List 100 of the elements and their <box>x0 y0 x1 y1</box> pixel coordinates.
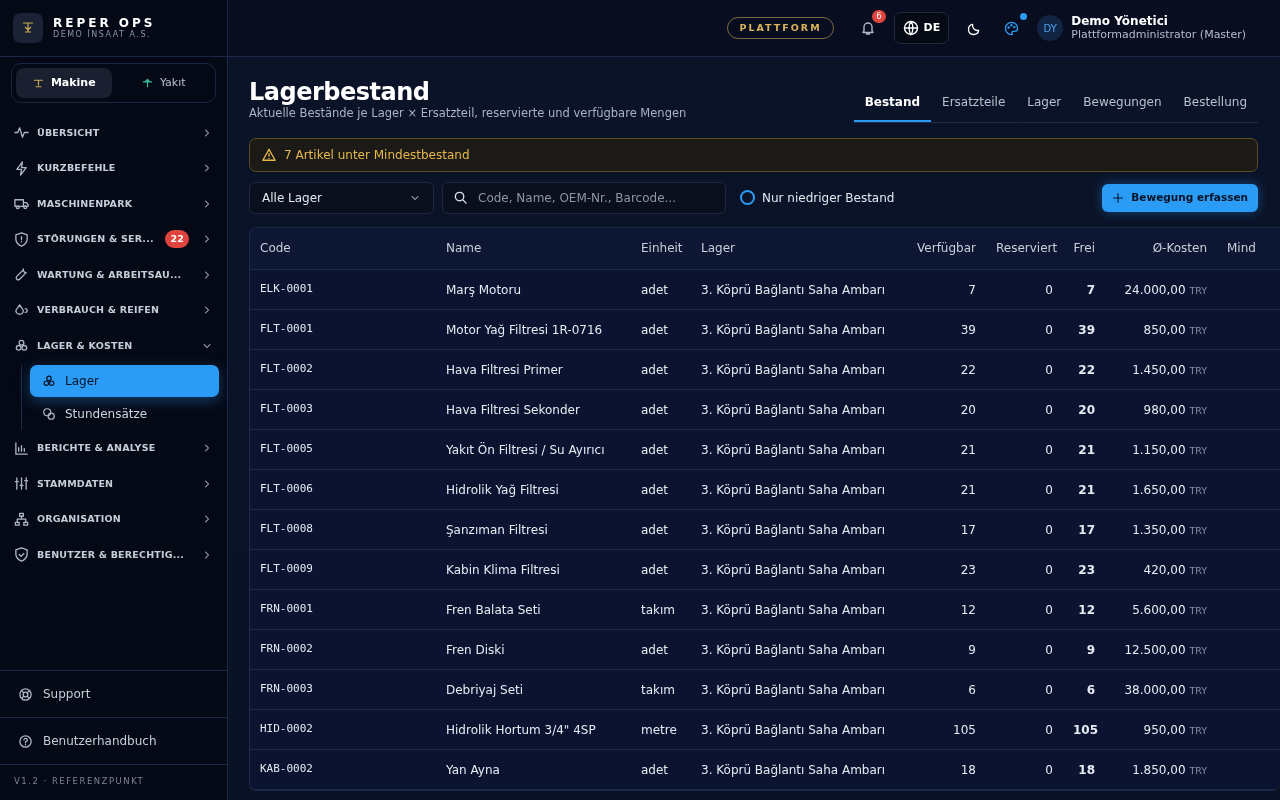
search-input[interactable]: Code, Name, OEM-Nr., Barcode... <box>476 187 715 208</box>
column-header: Lager <box>691 227 901 270</box>
nav-subitem[interactable]: Lager <box>30 364 219 397</box>
currency-label: TRY <box>1189 324 1207 336</box>
language-button[interactable]: DE <box>893 12 950 44</box>
nav-item[interactable]: VERBRAUCH & REIFEN <box>8 292 219 328</box>
table-cell: 6 <box>1063 669 1105 710</box>
shield-check-icon <box>14 547 29 563</box>
table-cell: 39 <box>1063 309 1105 350</box>
warehouse-select[interactable]: Alle Lager <box>249 181 434 214</box>
table-cell: KAB-0002 <box>250 749 436 790</box>
nav-item[interactable]: STÖRUNGEN & SER... 22 <box>8 221 219 257</box>
table-cell: 12 <box>901 589 986 630</box>
table-cell: 420,00 <box>1143 562 1186 577</box>
nav-item[interactable]: ÜBERSICHT <box>8 115 219 151</box>
table-cell: 21 <box>1063 469 1105 510</box>
currency-label: TRY <box>1189 404 1207 416</box>
table-cell: 0 <box>986 709 1063 750</box>
column-header: Code <box>250 227 436 270</box>
nav-item[interactable]: STAMMDATEN <box>8 466 219 502</box>
table-cell: 0 <box>986 509 1063 550</box>
page-subtitle: Aktuelle Bestände je Lager × Ersatzteil, reservierte und verfügbare Mengen <box>249 105 687 123</box>
tab[interactable]: Lager <box>1016 84 1073 122</box>
table-cell: 12.500,00 <box>1124 642 1186 657</box>
table-cell: 38.000,00 <box>1124 682 1186 697</box>
table-cell: 21 <box>1063 429 1105 470</box>
shield-icon <box>14 231 29 247</box>
column-header: Verfügbar <box>901 227 986 270</box>
table-cell: 3. Köprü Bağlantı Saha Ambarı <box>691 749 901 790</box>
logo-icon <box>13 13 43 43</box>
low-stock-checkbox[interactable]: Nur niedriger Bestand <box>734 187 901 208</box>
search-box[interactable]: Code, Name, OEM-Nr., Barcode... <box>442 181 726 214</box>
add-movement-button[interactable]: Bewegung erfassen <box>1102 183 1258 212</box>
currency-label: TRY <box>1189 564 1207 576</box>
bar-chart-icon <box>14 440 29 456</box>
table-cell: FRN-0002 <box>250 629 436 670</box>
currency-label: TRY <box>1189 604 1207 616</box>
table-cell: Marş Motoru <box>436 269 631 310</box>
currency-label: TRY <box>1189 684 1207 696</box>
table-cell: 22 <box>901 349 986 390</box>
table-cell: Hava Filtresi Sekonder <box>436 389 631 430</box>
table-cell: 3. Köprü Bağlantı Saha Ambarı <box>691 429 901 470</box>
table-cell: FLT-0003 <box>250 389 436 430</box>
table-cell: 0 <box>986 469 1063 510</box>
bell-icon <box>859 20 876 36</box>
table-cell: 5.600,00 <box>1132 602 1186 617</box>
column-header: Einheit <box>631 227 691 270</box>
mode-tab[interactable]: Makine <box>16 68 112 98</box>
table-cell: 105 <box>901 709 986 750</box>
table-cell: Hidrolik Yağ Filtresi <box>436 469 631 510</box>
table-cell: 18 <box>1063 749 1105 790</box>
table-cell: 9 <box>1063 629 1105 670</box>
plus-icon <box>1112 191 1125 204</box>
table-cell: 3. Köprü Bağlantı Saha Ambarı <box>691 509 901 550</box>
tab[interactable]: Bewegungen <box>1072 84 1173 122</box>
table-cell: 0 <box>986 549 1063 590</box>
table-cell: 9 <box>901 629 986 670</box>
table-cell: 0 <box>986 349 1063 390</box>
sidebar-link[interactable]: Benutzerhandbuch <box>0 718 227 766</box>
mode-tab[interactable]: Yakıt <box>115 68 211 98</box>
table-cell: 0 <box>986 749 1063 790</box>
nav-item[interactable]: KURZBEFEHLE <box>8 150 219 186</box>
table-cell: adet <box>631 389 691 430</box>
nav-item[interactable]: BENUTZER & BERECHTIG... <box>8 537 219 573</box>
table-cell: adet <box>631 429 691 470</box>
table-cell: 23 <box>1063 549 1105 590</box>
table-cell: 105 <box>1063 709 1105 750</box>
tab[interactable]: Ersatzteile <box>931 84 1017 122</box>
truck-icon <box>14 196 29 212</box>
table-cell: 3. Köprü Bağlantı Saha Ambarı <box>691 269 901 310</box>
nav-subitem[interactable]: Stundensätze <box>30 397 219 430</box>
count-badge: 22 <box>165 230 189 249</box>
table-cell: 21 <box>901 469 986 510</box>
search-icon <box>453 190 468 206</box>
currency-label: TRY <box>1189 284 1207 296</box>
table-cell: takım <box>631 669 691 710</box>
nav-item[interactable]: LAGER & KOSTEN <box>8 328 219 364</box>
nav-item[interactable]: WARTUNG & ARBEITSAU... <box>8 257 219 293</box>
table-cell: FRN-0003 <box>250 669 436 710</box>
currency-label: TRY <box>1189 524 1207 536</box>
table-cell: 22 <box>1063 349 1105 390</box>
coins-icon <box>42 406 56 421</box>
nav-item[interactable]: BERICHTE & ANALYSE <box>8 430 219 466</box>
palette-icon <box>1004 20 1020 36</box>
tab[interactable]: Bestand <box>853 84 932 122</box>
table-cell: FLT-0001 <box>250 309 436 350</box>
globe-icon <box>902 20 919 36</box>
table-cell: 0 <box>986 309 1063 350</box>
tab[interactable]: Bestellung <box>1172 84 1258 122</box>
column-header: Mind <box>1217 227 1280 270</box>
sliders-icon <box>14 476 29 492</box>
table-cell: HID-0002 <box>250 709 436 750</box>
table-cell: 850,00 <box>1143 322 1186 337</box>
sidebar-link[interactable]: Support <box>0 671 227 719</box>
indicator-dot <box>1020 12 1028 20</box>
table-cell: Fren Balata Seti <box>436 589 631 630</box>
nav-item[interactable]: ORGANISATION <box>8 501 219 537</box>
nav-item[interactable]: MASCHINENPARK <box>8 186 219 222</box>
table-cell: 23 <box>901 549 986 590</box>
table-cell: 3. Köprü Bağlantı Saha Ambarı <box>691 309 901 350</box>
